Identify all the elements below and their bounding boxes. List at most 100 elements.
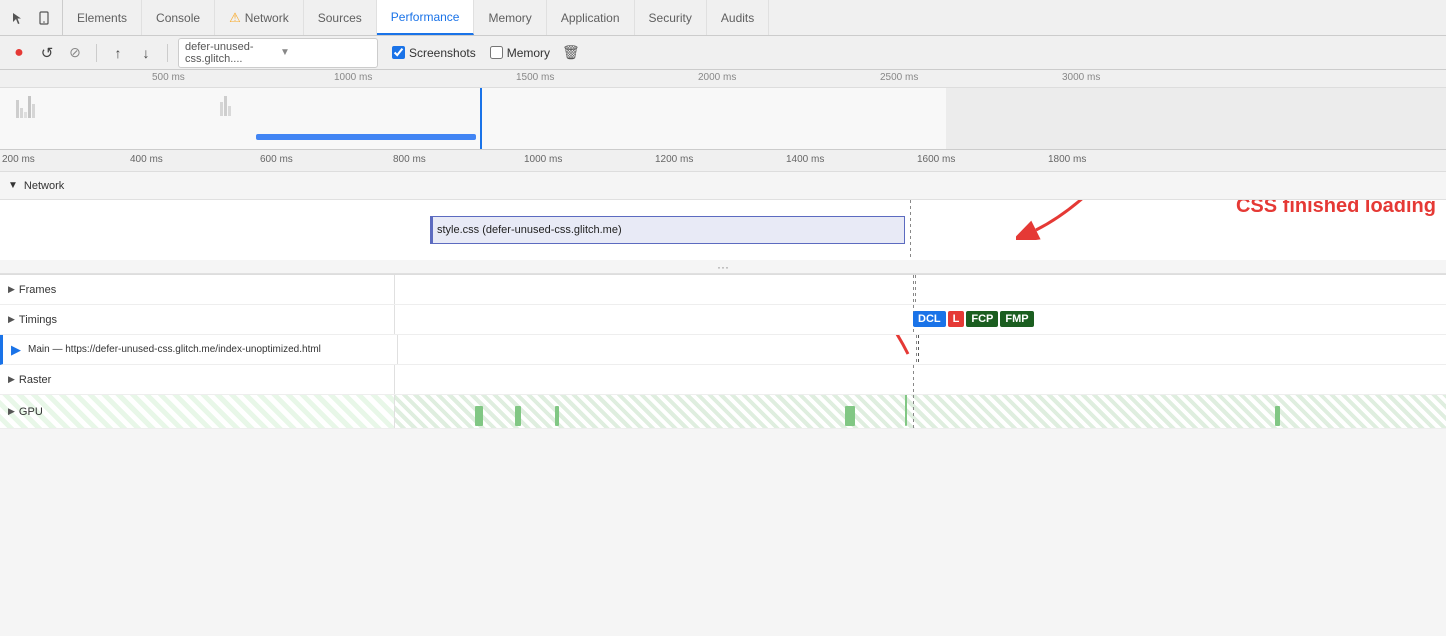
main-content: FCP: [398, 335, 1446, 364]
ruler-tick-1200ms: 1200 ms: [655, 154, 693, 165]
tab-memory[interactable]: Memory: [474, 0, 546, 35]
ruler-tick-1000ms: 1000 ms: [524, 154, 562, 165]
timeline-overview[interactable]: 500 ms 1000 ms 1500 ms 2000 ms 2500 ms 3…: [0, 70, 1446, 150]
tab-network[interactable]: ⚠ Network: [215, 0, 304, 35]
tick-2500ms: 2500 ms: [880, 72, 918, 83]
tab-security[interactable]: Security: [635, 0, 707, 35]
ruler-tick-1800ms: 1800 ms: [1048, 154, 1086, 165]
frames-track[interactable]: ▶ Frames: [0, 275, 1446, 305]
dots-row: ···: [0, 260, 1446, 274]
css-finished-label: CSS finished loading: [1236, 200, 1436, 218]
timings-content: DCL L FCP FMP: [395, 305, 1446, 334]
timing-badges: DCL L FCP FMP: [913, 311, 1034, 327]
gpu-bar-3: [555, 406, 559, 426]
overview-dimmed-region: [946, 88, 1446, 150]
ruler-tick-1400ms: 1400 ms: [786, 154, 824, 165]
tab-sources[interactable]: Sources: [304, 0, 377, 35]
upload-button[interactable]: ↑: [107, 42, 129, 64]
timings-track[interactable]: ▶ Timings DCL L FCP FMP: [0, 305, 1446, 335]
tick-2000ms: 2000 ms: [698, 72, 736, 83]
overview-cursor-line[interactable]: [480, 88, 482, 150]
overview-network-bar: [256, 134, 476, 140]
tab-performance[interactable]: Performance: [377, 0, 475, 35]
mini-chart-left: [16, 96, 35, 118]
tick-1500ms: 1500 ms: [516, 72, 554, 83]
overview-ruler: 500 ms 1000 ms 1500 ms 2000 ms 2500 ms 3…: [0, 70, 1446, 88]
main-label[interactable]: ▶ Main — https://defer-unused-css.glitch…: [3, 335, 398, 364]
tab-elements[interactable]: Elements: [63, 0, 142, 35]
gpu-bar-5: [905, 395, 907, 426]
gpu-bar-2: [515, 406, 521, 426]
toolbar: ● ↺ ⊘ ↑ ↓ defer-unused-css.glitch.... ▼ …: [0, 36, 1446, 70]
url-dropdown[interactable]: defer-unused-css.glitch.... ▼: [178, 38, 378, 68]
ruler-tick-600ms: 600 ms: [260, 154, 293, 165]
raster-vline: [913, 365, 914, 394]
gpu-label[interactable]: ▶ GPU: [0, 395, 395, 428]
main-track[interactable]: ▶ Main — https://defer-unused-css.glitch…: [0, 335, 1446, 365]
css-arrow-svg: [1016, 200, 1176, 240]
badge-l: L: [948, 311, 965, 327]
bottom-tracks: ▶ Frames ▶ Timings DCL: [0, 274, 1446, 429]
network-section-header[interactable]: ▼ Network: [0, 172, 1446, 200]
gpu-track[interactable]: ▶ GPU: [0, 395, 1446, 429]
badge-dcl: DCL: [913, 311, 946, 327]
clear-recording-button[interactable]: 🗑: [562, 44, 580, 61]
reload-button[interactable]: ↺: [36, 42, 58, 64]
frames-vline2: [915, 275, 916, 304]
chevron-down-icon: ▼: [280, 47, 371, 58]
gpu-expand-icon: ▶: [8, 406, 15, 417]
raster-label[interactable]: ▶ Raster: [0, 365, 395, 394]
raster-expand-icon: ▶: [8, 374, 15, 385]
frames-label[interactable]: ▶ Frames: [0, 275, 395, 304]
ruler-tick-1600ms: 1600 ms: [917, 154, 955, 165]
gpu-bar-6: [1275, 406, 1280, 426]
checkbox-group: Screenshots Memory: [392, 46, 550, 60]
tab-application[interactable]: Application: [547, 0, 635, 35]
tab-console[interactable]: Console: [142, 0, 215, 35]
memory-checkbox[interactable]: Memory: [490, 46, 550, 60]
badge-fmp: FMP: [1000, 311, 1033, 327]
tab-audits[interactable]: Audits: [707, 0, 769, 35]
gpu-content: [395, 395, 1446, 428]
play-icon: ▶: [11, 342, 21, 358]
timings-label[interactable]: ▶ Timings: [0, 305, 395, 334]
raster-content: [395, 365, 1446, 394]
main-area: ▼ Network style.css (defer-unused-css.gl…: [0, 172, 1446, 636]
time-ruler: 200 ms 400 ms 600 ms 800 ms 1000 ms 1200…: [0, 150, 1446, 172]
gpu-vline: [913, 395, 914, 428]
frames-content: [395, 275, 1446, 304]
separator-1: [96, 44, 97, 62]
ruler-tick-400ms: 400 ms: [130, 154, 163, 165]
tick-500ms: 500 ms: [152, 72, 185, 83]
download-button[interactable]: ↓: [135, 42, 157, 64]
raster-track[interactable]: ▶ Raster: [0, 365, 1446, 395]
separator-2: [167, 44, 168, 62]
clear-button[interactable]: ⊘: [64, 42, 86, 64]
frames-vline: [913, 275, 914, 304]
gpu-bar-1: [475, 406, 483, 426]
tick-1000ms: 1000 ms: [334, 72, 372, 83]
cursor-vline: [910, 200, 911, 260]
mobile-icon[interactable]: [34, 8, 54, 28]
tick-3000ms: 3000 ms: [1062, 72, 1100, 83]
timings-expand-icon: ▶: [8, 314, 15, 325]
devtools-icons: [0, 0, 63, 35]
triangle-down-icon: ▼: [8, 180, 18, 191]
expand-icon: ▶: [8, 284, 15, 295]
gpu-bar-4: [845, 406, 855, 426]
tab-bar: Elements Console ⚠ Network Sources Perfo…: [0, 0, 1446, 36]
ruler-tick-200ms: 200 ms: [2, 154, 35, 165]
left-panel: ▼ Network style.css (defer-unused-css.gl…: [0, 172, 1446, 636]
mini-chart-mid: [220, 96, 231, 116]
warn-icon: ⚠: [229, 10, 241, 26]
network-entry-css[interactable]: style.css (defer-unused-css.glitch.me): [430, 216, 905, 244]
network-section-wrapper: ▼ Network style.css (defer-unused-css.gl…: [0, 172, 1446, 274]
record-button[interactable]: ●: [8, 42, 30, 64]
badge-fcp: FCP: [966, 311, 998, 327]
fcp-arrow-svg: [838, 335, 1018, 364]
screenshots-checkbox[interactable]: Screenshots: [392, 46, 476, 60]
cursor-icon[interactable]: [8, 8, 28, 28]
overview-content[interactable]: [0, 88, 1446, 150]
network-track[interactable]: style.css (defer-unused-css.glitch.me): [0, 200, 1446, 260]
ruler-tick-800ms: 800 ms: [393, 154, 426, 165]
